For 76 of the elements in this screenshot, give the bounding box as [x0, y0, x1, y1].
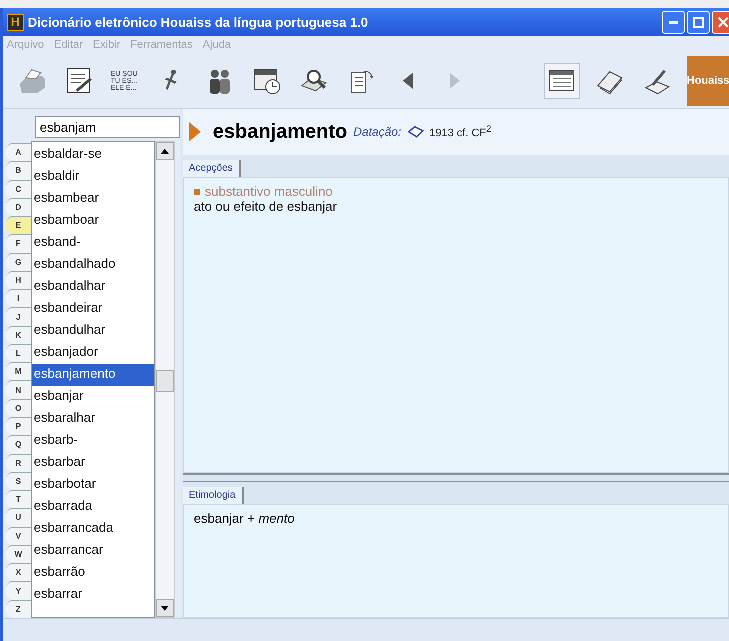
letter-tab[interactable]: N	[6, 380, 31, 399]
etymology-tab[interactable]: Etimologia	[183, 487, 244, 504]
letter-tab[interactable]: G	[6, 252, 31, 271]
word-item[interactable]: esbarrão	[32, 562, 154, 584]
letter-tab[interactable]: O	[6, 398, 31, 417]
word-item[interactable]: esbarrancada	[32, 518, 154, 540]
letter-tab[interactable]: M	[6, 362, 31, 380]
etymology-text: esbanjar + mento	[194, 511, 295, 526]
word-item[interactable]: esbaldir	[32, 166, 154, 188]
window-title: Dicionário eletrônico Houaiss da língua portuguesa 1.0	[28, 14, 370, 30]
houaiss-logo: Houaiss	[687, 56, 729, 106]
word-item[interactable]: esbanjador	[32, 342, 154, 364]
word-item[interactable]: esbanjar	[32, 386, 154, 408]
word-item[interactable]: esbarrar	[32, 584, 154, 606]
senses-tab[interactable]: Acepções	[183, 160, 241, 177]
back-icon[interactable]	[402, 72, 414, 90]
scroll-thumb[interactable]	[156, 370, 174, 392]
scroll-down-button[interactable]	[156, 599, 174, 617]
word-item[interactable]: esbandalhado	[32, 254, 154, 276]
letter-tab[interactable]: D	[6, 198, 31, 216]
letter-tab[interactable]: Z	[6, 600, 31, 618]
up-arrow-icon	[161, 148, 169, 154]
letter-tab[interactable]: C	[6, 180, 31, 198]
letter-tab[interactable]: A	[6, 143, 31, 162]
word-item[interactable]: esbarrancar	[32, 540, 154, 562]
close-button[interactable]	[712, 10, 729, 34]
app-logo-icon: H	[7, 14, 24, 30]
letter-tab[interactable]: L	[6, 344, 31, 362]
word-item[interactable]: esbarb-	[32, 430, 154, 452]
letter-tab[interactable]: U	[6, 508, 31, 527]
word-item[interactable]: esbandulhar	[32, 320, 154, 342]
letter-tab[interactable]: B	[6, 161, 31, 180]
word-item[interactable]: esbandeirar	[32, 298, 154, 320]
word-item[interactable]: esbanjamento	[32, 364, 154, 386]
maximize-icon	[693, 16, 704, 28]
headword: esbanjamento	[213, 120, 348, 144]
scrollbar[interactable]	[155, 141, 175, 618]
letter-tab[interactable]: S	[6, 472, 31, 490]
word-item[interactable]: esbaralhar	[32, 408, 154, 430]
letter-tab[interactable]: K	[6, 326, 31, 344]
word-item[interactable]: esbandalhar	[32, 276, 154, 298]
maximize-button[interactable]	[687, 10, 710, 34]
letter-tab[interactable]: Q	[6, 435, 31, 454]
letter-tab[interactable]: H	[6, 270, 31, 290]
bullet-icon	[194, 188, 200, 194]
letter-tab[interactable]: J	[6, 307, 31, 326]
word-item[interactable]: esband-	[32, 232, 154, 254]
word-item[interactable]: esbarbotar	[32, 474, 154, 496]
letter-tab[interactable]: I	[6, 289, 31, 308]
dating-label: Datação:	[353, 125, 402, 139]
word-item[interactable]: esbamboar	[32, 210, 154, 232]
scroll-up-button[interactable]	[156, 142, 174, 160]
letter-tab[interactable]: T	[6, 490, 31, 508]
pane-splitter[interactable]	[183, 473, 729, 482]
dating-text: 1913 cf. CF$^{2}$	[430, 124, 492, 140]
letter-tab[interactable]: F	[6, 234, 31, 253]
word-item[interactable]: esbarrada	[32, 496, 154, 518]
close-icon	[718, 16, 729, 28]
letter-tab[interactable]: W	[6, 544, 31, 564]
letter-tab[interactable]: Y	[6, 581, 31, 600]
minimize-icon	[669, 20, 678, 24]
word-item[interactable]: esbarbar	[32, 452, 154, 474]
book-icon	[408, 126, 424, 138]
word-item[interactable]: esbaldar-se	[32, 144, 154, 166]
definition: ato ou efeito de esbanjar	[194, 199, 338, 214]
letter-tab[interactable]: V	[6, 526, 31, 545]
letter-tab[interactable]: X	[6, 563, 31, 582]
word-item[interactable]: esbambear	[32, 188, 154, 210]
word-class: substantivo masculino	[205, 184, 333, 199]
letter-tab[interactable]: E	[6, 216, 31, 234]
search-field[interactable]: esbanjam	[35, 116, 180, 138]
letter-tab[interactable]: R	[6, 454, 31, 472]
minimize-button[interactable]	[662, 10, 685, 34]
letter-tab[interactable]: P	[6, 416, 31, 436]
down-arrow-icon	[161, 606, 169, 610]
play-icon	[189, 122, 201, 142]
